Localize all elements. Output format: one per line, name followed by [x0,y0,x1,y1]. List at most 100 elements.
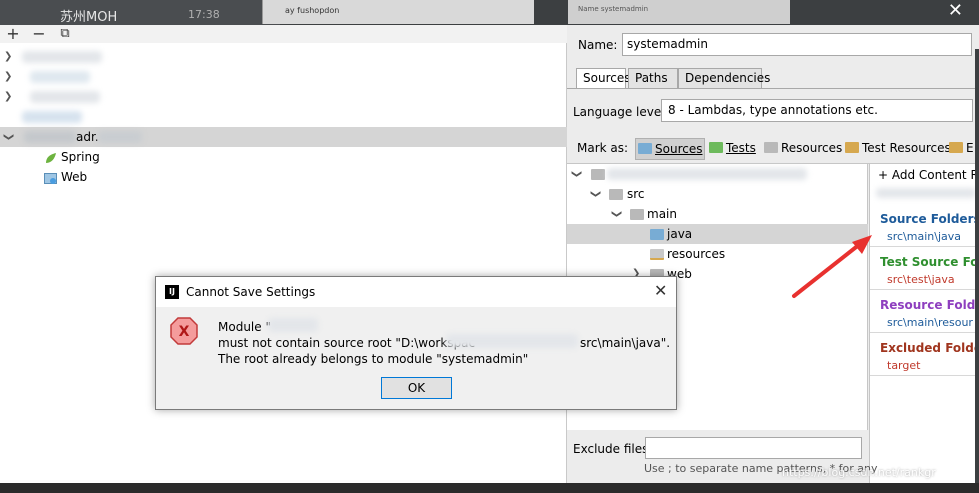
annotation-arrow-icon [792,235,872,298]
thumb-text: ay fushopdon [285,6,340,15]
error-icon: X [170,317,198,345]
source-folder-icon [650,229,664,240]
test-source-folder-path[interactable]: src\test\java [887,273,955,286]
chevron-right-icon[interactable]: ❯ [4,67,12,87]
redacted-text [22,51,102,63]
folder-icon [630,209,644,220]
dialog-message-line1: Module " [218,320,271,334]
dialog-close-icon[interactable]: ✕ [654,281,667,300]
excluded-folders-title: Excluded Folders [880,341,979,355]
redacted-text [24,131,76,143]
redacted-text [876,188,976,198]
redacted-text [268,318,318,332]
source-folders-title: Source Folders [880,212,979,226]
modules-toolbar: + − ⧉ [0,25,567,43]
module-settings-panel: Name: systemadmin Sources Paths Dependen… [567,25,979,483]
background-window-thumb: ay fushopdon [262,0,534,24]
divider [870,246,979,247]
web-icon [44,171,57,184]
resources-folder-icon [764,142,778,153]
mark-tests-button[interactable]: Tests [707,138,758,160]
dialog-message-line2: must not contain source root "D:\workspa… [218,336,476,350]
tree-row-main[interactable]: ❯ main [567,204,868,224]
chevron-down-icon[interactable]: ❯ [566,170,586,178]
mark-label-text: Sources [655,142,703,156]
chat-name: 苏州MOH [60,10,118,25]
divider [870,289,979,290]
chevron-right-icon[interactable]: ❯ [4,87,12,107]
mark-as-label: Mark as: [577,141,629,155]
copy-icon[interactable]: ⧉ [57,25,73,43]
tabs-divider [567,88,979,89]
test-resources-folder-icon [845,142,859,153]
divider [870,332,979,333]
tab-dependencies[interactable]: Dependencies [678,68,770,89]
excluded-folder-path[interactable]: target [887,359,920,372]
mark-as-toolbar: Mark as: Sources Tests Resources Test Re… [567,135,979,163]
tree-row[interactable]: ❯ [0,87,567,107]
source-folder-path[interactable]: src\main\java [887,230,961,243]
resource-folder-path[interactable]: src\main\resour [887,316,973,329]
mark-test-resources-button[interactable]: Test Resources [843,138,953,160]
spring-icon [44,151,57,164]
chat-time: 17:38 [188,8,220,21]
chevron-down-icon[interactable]: ❯ [585,190,605,198]
dialog-message-line3: The root already belongs to module "syst… [218,352,529,366]
content-roots-panel: + Add Content R Source Folders src\main\… [869,164,979,483]
tree-row[interactable]: ❯ [0,67,567,87]
mark-label-text: Tests [726,141,756,155]
sources-folder-icon [638,143,652,154]
watermark: https://blog.csdn.net/rankgr [782,466,936,479]
mark-excluded-button[interactable]: E [947,138,977,160]
mark-resources-button[interactable]: Resources [762,138,844,160]
exclude-files-label: Exclude files: [573,442,653,456]
folder-icon [591,169,605,180]
chevron-down-icon[interactable]: ❯ [606,210,626,218]
tree-row-spring[interactable]: Spring [0,147,567,167]
module-label: adr. [76,130,99,144]
module-name-input[interactable]: systemadmin [622,33,972,56]
excluded-folder-icon [949,142,963,153]
test-source-folders-title: Test Source Fold [880,255,979,269]
chat-strip [0,0,280,25]
svg-text:X: X [179,324,190,340]
folder-label: src [627,187,645,201]
facet-label: Web [61,170,88,184]
tree-row-web[interactable]: Web [0,167,567,187]
folder-label: main [647,207,677,221]
add-icon[interactable]: + [5,25,21,43]
dialog-title: Cannot Save Settings [186,285,316,299]
tree-row-src[interactable]: ❯ src [567,184,868,204]
tree-row-root[interactable]: ❯ [567,164,868,184]
tree-row[interactable] [0,107,567,127]
language-level-label: Language level: [573,105,669,119]
background-window-thumb-2: Name systemadmin [568,0,790,24]
mark-label-text: Test Resources [862,141,951,155]
divider [870,375,979,376]
redacted-text [446,334,578,348]
tab-sources[interactable]: Sources [576,68,630,89]
resources-folder-icon [650,249,664,260]
resource-folders-title: Resource Folders [880,298,979,312]
facet-label: Spring [61,150,100,164]
dialog-title-bar: IJ Cannot Save Settings ✕ [156,277,676,307]
tree-row-module-selected[interactable]: ❯ adr. [0,127,567,147]
add-content-root-button[interactable]: + Add Content R [878,168,979,182]
remove-icon[interactable]: − [31,25,47,43]
redacted-text [607,168,807,180]
window-close-icon[interactable]: ✕ [948,0,963,22]
window-edge [975,49,979,483]
folder-label: java [667,227,693,241]
chevron-right-icon[interactable]: ❯ [4,47,12,67]
ok-button[interactable]: OK [381,377,452,399]
dialog-message-line2-end: src\main\java". [580,336,671,350]
folder-label: resources [667,247,726,261]
mark-label-text: E [966,141,974,155]
mark-sources-button[interactable]: Sources [635,138,706,160]
language-level-select[interactable]: 8 - Lambdas, type annotations etc. [661,99,973,122]
chevron-down-icon[interactable]: ❯ [0,133,18,141]
exclude-files-input[interactable] [645,437,862,459]
tab-paths[interactable]: Paths [628,68,678,89]
tree-row[interactable]: ❯ [0,47,567,67]
redacted-text [30,71,90,83]
